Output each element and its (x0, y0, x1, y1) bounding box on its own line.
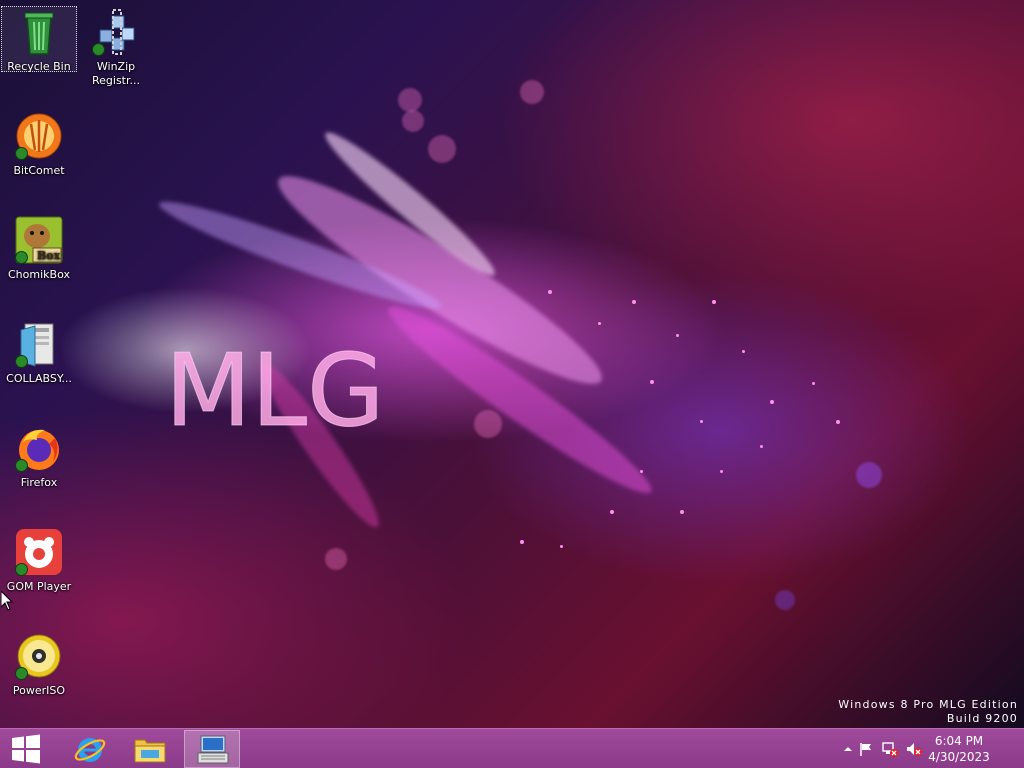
shortcut-badge-icon (15, 667, 28, 680)
shortcut-badge-icon (15, 355, 28, 368)
keyboard-icon (197, 735, 229, 764)
desktop-icon-label: WinZip Registr... (91, 60, 140, 87)
desktop-icon-label: PowerISO (12, 684, 66, 697)
bokeh-circle (474, 410, 502, 438)
desktop[interactable]: MLG Windows 8 Pro MLG Edition Build 9200… (0, 0, 1024, 728)
collabsys-icon (15, 320, 63, 368)
particle-dot (700, 420, 703, 423)
desktop-icon-label: Recycle Bin (7, 60, 71, 73)
desktop-icon-winzip-registry[interactable]: WinZip Registr... (78, 6, 154, 98)
bokeh-circle (325, 548, 347, 570)
desktop-icon-bitcomet[interactable]: BitComet (1, 110, 77, 202)
chomikbox-icon: Box (15, 216, 63, 264)
gom-player-icon (15, 528, 63, 576)
mouse-pointer-icon (1, 591, 13, 611)
desktop-icon-poweriso[interactable]: PowerISO (1, 630, 77, 722)
volume-muted-icon[interactable] (906, 741, 922, 757)
bitcomet-icon (15, 112, 63, 160)
particle-dot (712, 300, 716, 304)
svg-text:Box: Box (37, 249, 61, 262)
particle-dot (650, 380, 654, 384)
winzip-registry-icon (92, 8, 140, 56)
network-disconnected-icon[interactable] (882, 741, 898, 757)
clock-time: 6:04 PM (934, 734, 984, 748)
shortcut-badge-icon (15, 563, 28, 576)
desktop-icon-firefox[interactable]: Firefox (1, 422, 77, 514)
firefox-icon (15, 424, 63, 472)
particle-dot (680, 510, 684, 514)
bokeh-circle (398, 88, 422, 112)
file-explorer-icon (134, 739, 166, 763)
poweriso-icon (15, 632, 63, 680)
windows-edition-watermark: Windows 8 Pro MLG Edition Build 9200 (838, 698, 1018, 726)
file-explorer-button[interactable] (122, 730, 178, 768)
shortcut-badge-icon (92, 43, 105, 56)
particle-dot (760, 445, 763, 448)
desktop-icon-label: BitComet (13, 164, 65, 177)
shortcut-badge-icon (15, 251, 28, 264)
clock-date: 4/30/2023 (928, 750, 990, 764)
mlg-logo-text: MLG (165, 332, 384, 440)
shortcut-badge-icon (15, 459, 28, 472)
desktop-icon-label: ChomikBox (8, 268, 70, 281)
particle-dot (520, 540, 524, 544)
bokeh-circle (856, 462, 882, 488)
particle-dot (640, 470, 643, 473)
recycle-bin-icon (15, 8, 63, 56)
taskbar-clock[interactable]: 6:04 PM 4/30/2023 (922, 733, 996, 765)
particle-dot (610, 510, 614, 514)
bokeh-circle (402, 110, 424, 132)
bokeh-circle (520, 80, 544, 104)
desktop-icon-chomikbox[interactable]: Box ChomikBox (1, 214, 77, 306)
show-hidden-icons-chevron-icon[interactable] (840, 741, 856, 757)
edition-name: Windows 8 Pro MLG Edition (838, 698, 1018, 711)
internet-explorer-button[interactable] (62, 730, 118, 768)
particle-dot (548, 290, 552, 294)
edition-build: Build 9200 (946, 712, 1018, 725)
action-center-flag-icon[interactable] (858, 741, 874, 757)
on-screen-keyboard-button[interactable] (184, 730, 240, 768)
desktop-icon-recycle-bin[interactable]: Recycle Bin (1, 6, 77, 73)
system-tray: 6:04 PM 4/30/2023 (834, 729, 1024, 768)
start-button[interactable] (0, 730, 56, 768)
particle-dot (560, 545, 563, 548)
taskbar: 6:04 PM 4/30/2023 (0, 728, 1024, 768)
desktop-icon-label: COLLABSY... (6, 372, 72, 385)
desktop-icon-collabsys[interactable]: COLLABSY... (1, 318, 77, 410)
particle-dot (836, 420, 840, 424)
particle-dot (770, 400, 774, 404)
mlg-wallpaper-logo: MLG (165, 332, 385, 441)
particle-dot (632, 300, 636, 304)
particle-dot (742, 350, 745, 353)
particle-dot (720, 470, 723, 473)
internet-explorer-icon (74, 738, 106, 762)
bokeh-circle (775, 590, 795, 610)
desktop-icon-label: Firefox (20, 476, 58, 489)
particle-dot (812, 382, 815, 385)
windows-logo-icon (12, 734, 40, 764)
bokeh-circle (428, 135, 456, 163)
shortcut-badge-icon (15, 147, 28, 160)
particle-dot (676, 334, 679, 337)
particle-dot (598, 322, 601, 325)
